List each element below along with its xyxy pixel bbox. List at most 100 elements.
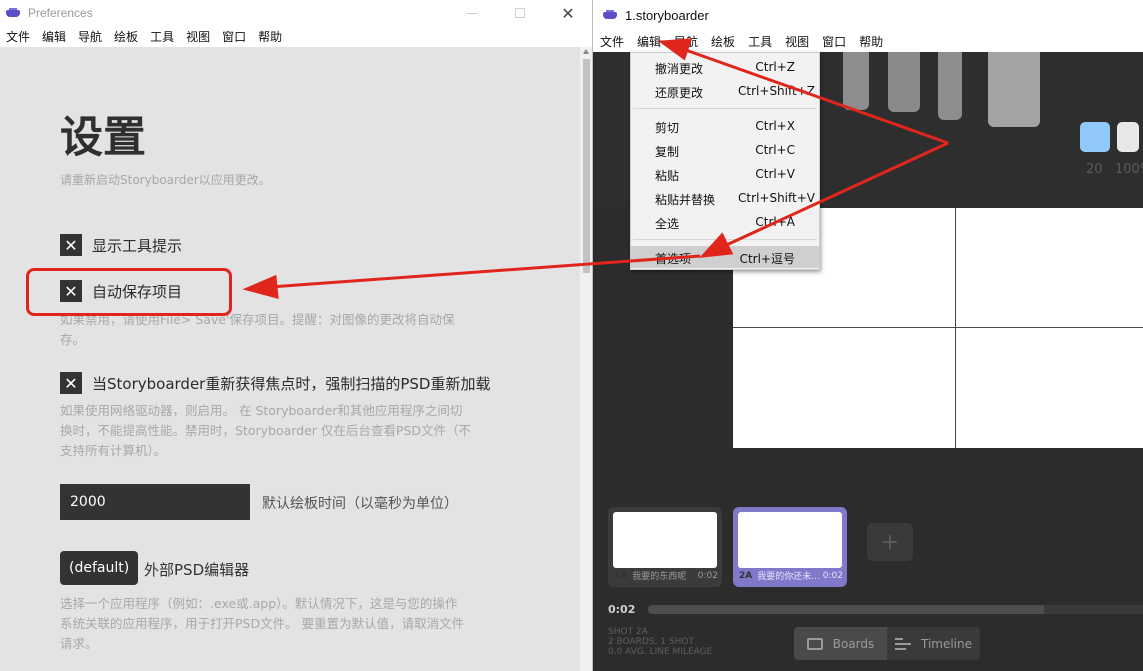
menu-item-label: 粘贴 [655,169,680,183]
main-titlebar: 1.storyboarder [593,0,1143,30]
board-duration: 0:02 [697,570,718,581]
menu-item-cut[interactable]: 剪切 Ctrl+X [631,115,819,137]
color-swatch-secondary[interactable] [1117,122,1139,152]
menu-item-shortcut: Ctrl+Shift+Z [738,84,815,98]
autosave-highlight-box [26,268,232,316]
psd-reload-checkbox[interactable]: ✕ [60,372,82,394]
board-dialogue: 我要的你还未... [757,572,820,582]
menu-item-shortcut: Ctrl+逗号 [739,252,795,266]
brush-opacity-value: 100% [1115,162,1143,177]
prefs-menu-help[interactable]: 帮助 [258,28,282,45]
prefs-scrollbar[interactable] [580,47,592,671]
menu-item-shortcut: Ctrl+V [755,167,795,181]
menu-item-label: 全选 [655,217,680,231]
board-dialogue: 我要的东西呢 [632,572,687,582]
scroll-thumb[interactable] [583,59,590,273]
psd-editor-desc-line: 选择一个应用程序（例如：.exe或.app）。默认情况下，这是与您的操作 [60,596,458,611]
close-button[interactable]: ✕ [544,0,592,26]
scroll-up-icon[interactable] [583,49,589,54]
page-title: 设置 [60,113,146,163]
menu-file[interactable]: 文件 [600,33,624,50]
view-toggle: Boards Timeline [794,627,980,660]
board-thumbnail[interactable]: 1A 我要的东西呢 0:02 [608,507,722,587]
menu-item-label: 首选项 [655,252,692,266]
color-swatch-primary[interactable] [1080,122,1110,152]
psd-reload-description: 如果使用网络驱动器，则启用。 在 Storyboarder和其他应用程序之间切 … [60,401,510,461]
menu-item-shortcut: Ctrl+C [755,143,795,157]
plus-icon: + [880,529,900,555]
menu-item-shortcut: Ctrl+A [755,215,795,229]
main-menubar: 文件 编辑 导航 绘板 工具 视图 窗口 帮助 [593,30,1143,52]
pen-tool-icon[interactable] [938,52,962,120]
boards-view-button[interactable]: Boards [794,627,887,660]
menu-navigate[interactable]: 导航 [674,33,698,50]
storyboarder-app-icon [6,8,20,18]
brush-size-value: 20 [1086,162,1103,177]
menu-item-redo[interactable]: 还原更改 Ctrl+Shift+Z [631,80,819,102]
psd-reload-label: 当Storyboarder重新获得焦点时，强制扫描的PSD重新加载 [92,374,491,393]
menu-item-undo[interactable]: 撤消更改 Ctrl+Z [631,56,819,78]
marker-tool-icon[interactable] [888,52,920,112]
menu-separator [633,108,817,109]
menu-item-copy[interactable]: 复制 Ctrl+C [631,139,819,161]
menu-window[interactable]: 窗口 [822,33,846,50]
psd-editor-button[interactable]: (default) [60,551,139,585]
prefs-menu-tools[interactable]: 工具 [150,28,174,45]
shot-info: SHOT 2A 2 BOARDS, 1 SHOT 0.0 AVG. LINE M… [608,627,712,657]
prefs-menubar: 文件 编辑 导航 绘板 工具 视图 窗口 帮助 [0,26,592,47]
prefs-menu-navigate[interactable]: 导航 [78,28,102,45]
menu-tools[interactable]: 工具 [748,33,772,50]
prefs-content: 设置 请重新启动Storyboarder以应用更改。 ✕ 显示工具提示 ✕ 自动… [0,47,580,671]
menu-item-label: 剪切 [655,121,680,135]
menu-item-select-all[interactable]: 全选 Ctrl+A [631,211,819,233]
main-window-title: 1.storyboarder [625,7,709,23]
add-board-button[interactable]: + [867,523,913,561]
shot-info-line: 2 BOARDS, 1 SHOT [608,637,694,647]
psd-editor-desc-line: 系统关联的应用程序，用于打开PSD文件。 要重置为默认值，请取消文件 [60,616,465,631]
menu-boards[interactable]: 绘板 [711,33,735,50]
menu-item-preferences[interactable]: 首选项 Ctrl+逗号 [631,246,819,268]
menu-item-label: 复制 [655,145,680,159]
timeline-view-button[interactable]: Timeline [887,627,980,660]
menu-item-paste-replace[interactable]: 粘贴并替换 Ctrl+Shift+V [631,187,819,209]
prefs-window-controls: ✕ [448,0,592,26]
show-tooltips-row[interactable]: ✕ 显示工具提示 [60,234,182,256]
board-thumbnail-image [613,512,717,568]
psd-reload-desc-line: 支持所有计算机）。 [60,443,167,458]
menu-item-paste[interactable]: 粘贴 Ctrl+V [631,163,819,185]
prefs-menu-window[interactable]: 窗口 [222,28,246,45]
board-duration: 0:02 [822,570,843,581]
prefs-menu-boards[interactable]: 绘板 [114,28,138,45]
minimize-button[interactable] [448,0,496,26]
timeline-scrubber-end [1044,605,1143,614]
pencil-tool-icon[interactable] [843,52,869,110]
canvas-guide-horizontal [733,327,1143,328]
board-caption: 2A 我要的你还未... 0:02 [739,569,843,583]
psd-reload-desc-line: 如果使用网络驱动器，则启用。 在 Storyboarder和其他应用程序之间切 [60,403,463,418]
menu-edit[interactable]: 编辑 [637,33,661,50]
prefs-menu-file[interactable]: 文件 [6,28,30,45]
board-time-input[interactable] [60,484,250,520]
board-thumbnail-selected[interactable]: 2A 我要的你还未... 0:02 [733,507,847,587]
psd-editor-desc-line: 请求。 [60,636,98,651]
menu-help[interactable]: 帮助 [859,33,883,50]
menu-item-shortcut: Ctrl+Shift+V [738,191,815,205]
restart-note: 请重新启动Storyboarder以应用更改。 [60,173,271,187]
eraser-tool-icon[interactable] [988,52,1040,127]
prefs-menu-edit[interactable]: 编辑 [42,28,66,45]
psd-editor-label: 外部PSD编辑器 [144,561,250,579]
maximize-button[interactable] [496,0,544,26]
board-id: 1A [614,570,628,581]
menu-view[interactable]: 视图 [785,33,809,50]
board-time-label: 默认绘板时间（以毫秒为单位） [262,496,458,512]
board-thumbnail-image [738,512,842,568]
show-tooltips-checkbox[interactable]: ✕ [60,234,82,256]
timeline-icon [894,637,911,650]
prefs-menu-view[interactable]: 视图 [186,28,210,45]
board-caption: 1A 我要的东西呢 0:02 [614,569,718,583]
board-id: 2A [739,570,753,581]
psd-reload-row[interactable]: ✕ 当Storyboarder重新获得焦点时，强制扫描的PSD重新加载 [60,372,490,394]
maximize-icon [515,8,525,18]
menu-item-shortcut: Ctrl+Z [755,60,795,74]
canvas-guide-vertical [955,208,956,448]
